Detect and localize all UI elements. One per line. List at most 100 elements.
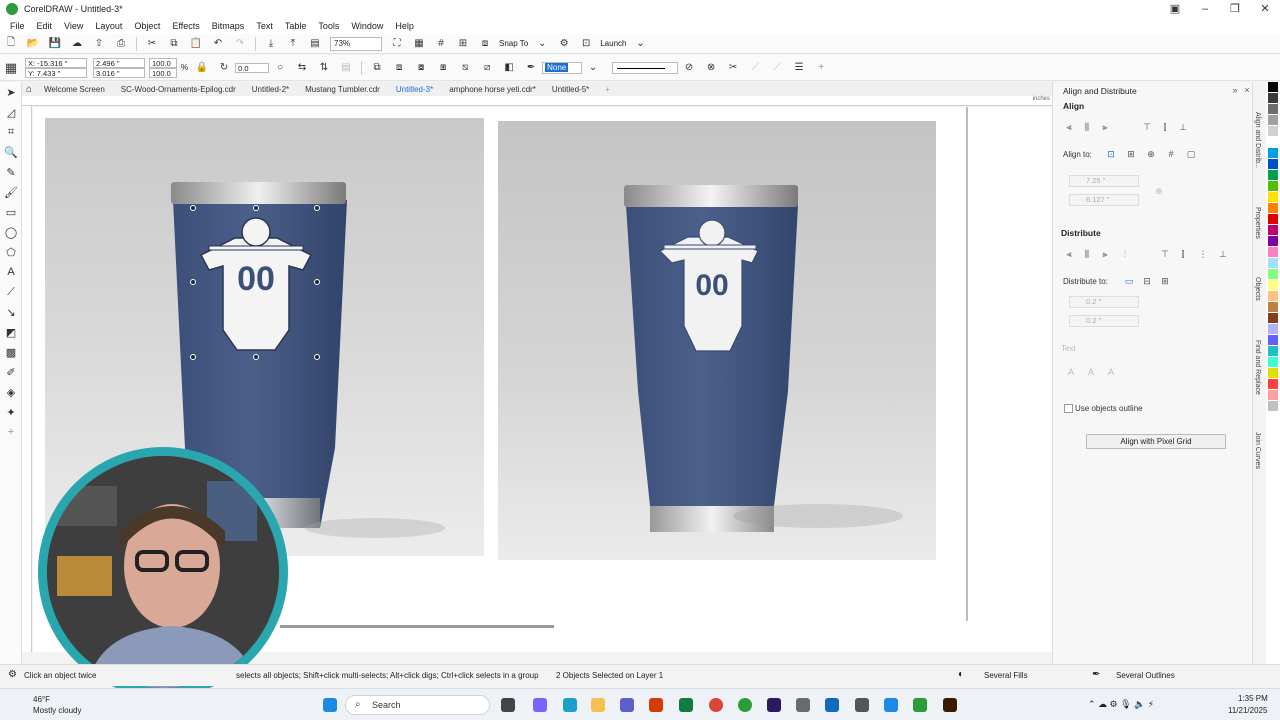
import-icon[interactable]: ⤓ — [263, 37, 279, 51]
redo-icon[interactable]: ↷ — [232, 37, 248, 51]
color-swatch[interactable] — [1268, 302, 1278, 313]
y-position-field[interactable]: Y: 7.433 " — [25, 67, 87, 78]
distribute-to-page-icon[interactable]: ⊟ — [1141, 275, 1153, 287]
menu-tools[interactable]: Tools — [318, 21, 339, 31]
target-point-icon[interactable]: ⊕ — [1153, 185, 1165, 197]
selection-handle[interactable] — [314, 205, 320, 211]
remove-icon[interactable]: ⟋ — [769, 61, 785, 75]
align-right-icon[interactable]: ⫸ — [1099, 121, 1111, 133]
chrome-icon[interactable] — [709, 698, 723, 712]
app-icon[interactable] — [679, 698, 693, 712]
color-swatch[interactable] — [1268, 324, 1278, 335]
coreldraw-active-icon[interactable] — [913, 698, 927, 712]
align-center-horizontal-icon[interactable]: ⫼ — [1081, 121, 1093, 133]
align-y-field[interactable]: 6.127 " — [1069, 194, 1139, 206]
paste-icon[interactable]: 📋 — [188, 37, 204, 51]
trim-icon[interactable]: ✂ — [725, 61, 741, 75]
tab-untitled-3[interactable]: Untitled-3* — [388, 85, 441, 94]
color-swatch[interactable] — [1268, 379, 1278, 390]
maximize-button[interactable]: ❐ — [1220, 0, 1250, 18]
convert-icon[interactable]: ⊗ — [703, 61, 719, 75]
snap-icon[interactable]: ⧈ — [477, 37, 493, 51]
selection-handle[interactable] — [190, 205, 196, 211]
mirror-horizontal-icon[interactable]: ⇆ — [294, 61, 310, 75]
windows-start-icon[interactable] — [323, 698, 337, 712]
color-swatch[interactable] — [1268, 258, 1278, 269]
align-top-icon[interactable]: ⊤ — [1141, 121, 1153, 133]
color-swatch[interactable] — [1268, 170, 1278, 181]
chevron-down-icon[interactable]: ⌄ — [632, 37, 648, 51]
color-swatch[interactable] — [1268, 104, 1278, 115]
distribute-spacing-icon[interactable]: ⫸ — [1099, 248, 1111, 260]
use-objects-outline-checkbox[interactable] — [1064, 404, 1073, 413]
color-swatch[interactable] — [1268, 148, 1278, 159]
rotation-angle-field[interactable]: 0.0 — [235, 62, 270, 73]
app-icon[interactable] — [884, 698, 898, 712]
edge-icon[interactable] — [563, 698, 577, 712]
align-to-point-icon[interactable]: ▢ — [1185, 148, 1197, 160]
align-left-icon[interactable]: ⫷ — [1063, 121, 1075, 133]
selection-handle[interactable] — [190, 279, 196, 285]
snap-to-dropdown[interactable]: Snap To — [499, 39, 528, 48]
color-swatch[interactable] — [1268, 390, 1278, 401]
premiere-icon[interactable] — [767, 698, 781, 712]
outlook-icon[interactable] — [825, 698, 839, 712]
dock-tab-objects[interactable]: Objects — [1254, 277, 1261, 301]
minimize-button[interactable]: – — [1190, 0, 1220, 18]
color-swatch[interactable] — [1268, 82, 1278, 93]
align-bottom-icon[interactable]: ⊥ — [1177, 121, 1189, 133]
zoom-level-select[interactable]: 73% — [330, 36, 382, 51]
cloud-icon[interactable]: ☁ — [69, 37, 85, 51]
color-swatch[interactable] — [1268, 126, 1278, 137]
coreldraw-taskbar-icon[interactable] — [738, 698, 752, 712]
chevron-down-icon[interactable]: ⌄ — [585, 61, 601, 75]
cut-icon[interactable]: ✂ — [144, 37, 160, 51]
distribute-vcenter-icon[interactable]: ⫿ — [1177, 248, 1189, 260]
position-grid-icon[interactable]: ▦ — [3, 60, 19, 75]
height-field[interactable]: 3.016 " — [93, 67, 145, 78]
distribute-spacing-mode-icon[interactable]: ⊞ — [1159, 275, 1171, 287]
color-swatch[interactable] — [1268, 181, 1278, 192]
outline-width-select[interactable]: None — [542, 61, 583, 74]
new-tab-icon[interactable]: + — [597, 85, 618, 94]
outline-pen-icon[interactable]: ✒ — [523, 61, 539, 75]
color-swatch[interactable] — [1268, 214, 1278, 225]
clock-date[interactable]: 11/21/2025 — [1228, 706, 1267, 715]
polygon-tool-icon[interactable]: ⬠ — [0, 242, 22, 262]
freehand-tool-icon[interactable]: ✎ — [0, 162, 22, 182]
color-swatch[interactable] — [1268, 335, 1278, 346]
weather-temp[interactable]: 46°F — [33, 695, 50, 704]
interactive-fill-tool-icon[interactable]: ◈ — [0, 382, 22, 402]
rectangle-tool-icon[interactable]: ▭ — [0, 202, 22, 222]
menu-effects[interactable]: Effects — [172, 21, 199, 31]
tumbler-photo-right[interactable]: 00 — [498, 121, 936, 560]
menu-file[interactable]: File — [10, 21, 25, 31]
color-swatch[interactable] — [1268, 225, 1278, 236]
show-rulers-icon[interactable]: ▦ — [411, 37, 427, 51]
pick-tool-icon[interactable]: ➤ — [0, 82, 22, 102]
align-to-page-edge-icon[interactable]: ⊞ — [1125, 148, 1137, 160]
player-artwork[interactable]: 00 — [195, 210, 317, 352]
group-icon[interactable]: ⧉ — [369, 61, 385, 75]
pdf-icon[interactable]: ▤ — [307, 37, 323, 51]
launch-dropdown[interactable]: Launch — [600, 39, 626, 48]
selection-handle[interactable] — [253, 354, 259, 360]
artistic-media-tool-icon[interactable]: 🖌 — [0, 182, 22, 202]
task-view-icon[interactable] — [501, 698, 515, 712]
tab-sc-wood-ornaments[interactable]: SC-Wood-Ornaments-Epilog.cdr — [113, 85, 244, 94]
ungroup-all-icon[interactable]: ⧇ — [413, 61, 429, 75]
color-swatch[interactable] — [1268, 357, 1278, 368]
transparency-tool-icon[interactable]: ▩ — [0, 342, 22, 362]
parallel-dimension-tool-icon[interactable]: ⟋ — [0, 282, 22, 302]
color-swatch[interactable] — [1268, 291, 1278, 302]
text-align-baseline-icon[interactable]: A — [1065, 366, 1077, 378]
tab-untitled-5[interactable]: Untitled-5* — [544, 85, 597, 94]
distribute-center-icon[interactable]: ⫼ — [1081, 248, 1093, 260]
align-x-field[interactable]: 7.25 " — [1069, 175, 1139, 187]
teams-icon[interactable] — [620, 698, 634, 712]
menu-text[interactable]: Text — [256, 21, 273, 31]
app-icon[interactable] — [649, 698, 663, 712]
menu-bitmaps[interactable]: Bitmaps — [212, 21, 245, 31]
options-gear-icon[interactable]: ⚙ — [556, 37, 572, 51]
selection-handle[interactable] — [253, 205, 259, 211]
